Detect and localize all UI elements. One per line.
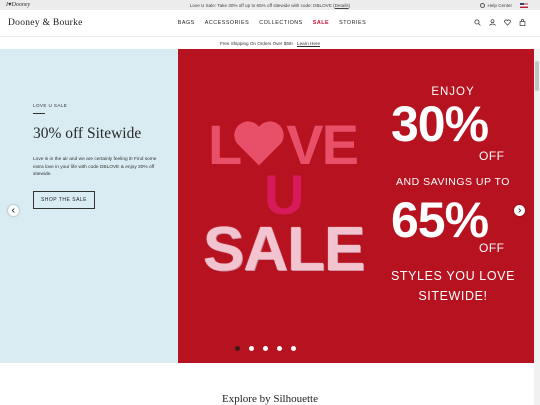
nav-bags[interactable]: BAGS (178, 20, 195, 26)
shipping-banner: Free Shipping On Orders Over $59! Learn … (0, 37, 540, 49)
shipping-learn-link[interactable]: Learn Here (297, 41, 320, 46)
carousel-prev-button[interactable] (8, 205, 19, 216)
promo-message: Love U Sale: Take 30% off up to 65% off … (189, 2, 351, 8)
banner-off-2: OFF (479, 241, 505, 255)
shipping-text: Free Shipping On Orders Over $59! (219, 40, 293, 46)
banner-off-1: OFF (479, 149, 505, 163)
main-nav: BAGS ACCESSORIES COLLECTIONS SALE STORIE… (0, 20, 540, 26)
account-icon[interactable] (489, 19, 496, 26)
site-header: Dooney & Bourke BAGS ACCESSORIES COLLECT… (0, 10, 540, 37)
banner-savings: AND SAVINGS UP TO (396, 176, 510, 188)
page: I♥Dooney Love U Sale: Take 30% off up to… (0, 0, 540, 405)
header-icons (474, 19, 526, 26)
nav-sale[interactable]: SALE (313, 20, 329, 26)
utility-bar: I♥Dooney Love U Sale: Take 30% off up to… (0, 0, 540, 10)
help-center-label: Help Center (487, 2, 512, 8)
carousel-dot-2[interactable] (249, 346, 254, 351)
carousel-next-button[interactable] (514, 205, 525, 216)
page-scrollbar[interactable] (534, 49, 540, 405)
banner-styles-line1: STYLES YOU LOVE (390, 269, 516, 283)
banner-65-percent: 65% (391, 192, 489, 248)
nav-stories[interactable]: STORIES (339, 20, 366, 26)
hero-divider (33, 113, 45, 114)
banner-sale-text: SALE (203, 215, 365, 284)
us-flag-icon[interactable] (520, 2, 528, 8)
chevron-right-icon (518, 208, 522, 213)
carousel-dots (235, 346, 296, 351)
carousel-dot-4[interactable] (277, 346, 282, 351)
scrollbar-thumb[interactable] (535, 61, 539, 91)
wishlist-icon[interactable] (504, 19, 511, 26)
bag-icon[interactable] (519, 19, 526, 26)
help-center-link[interactable]: Help Center (480, 2, 512, 8)
banner-30-percent: 30% (391, 96, 489, 152)
carousel-dot-1[interactable] (235, 346, 240, 351)
banner-styles: STYLES YOU LOVE SITEWIDE! (368, 266, 538, 306)
banner-styles-line2: SITEWIDE! (418, 289, 488, 303)
nav-collections[interactable]: COLLECTIONS (259, 20, 303, 26)
hero-eyebrow: LOVE U SALE (33, 103, 68, 108)
shop-the-sale-button[interactable]: SHOP THE SALE (33, 191, 95, 209)
nav-accessories[interactable]: ACCESSORIES (205, 20, 249, 26)
hero-banner-image[interactable]: L VE U SALE ENJOY 30% OFF AND SAVINGS UP … (178, 49, 534, 363)
hero-body: Love is in the air and we are certainly … (33, 157, 157, 177)
promo-text: Love U Sale: Take 30% off up to 65% off … (189, 2, 332, 8)
search-icon[interactable] (474, 19, 481, 26)
promo-details-link[interactable]: Details (335, 3, 349, 8)
chevron-left-icon (11, 208, 15, 213)
carousel-dot-3[interactable] (263, 346, 268, 351)
hero-title: 30% off Sitewide (33, 125, 142, 142)
help-icon (480, 2, 486, 8)
explore-heading: Explore by Silhouette (222, 393, 318, 405)
carousel-dot-5[interactable] (291, 346, 296, 351)
